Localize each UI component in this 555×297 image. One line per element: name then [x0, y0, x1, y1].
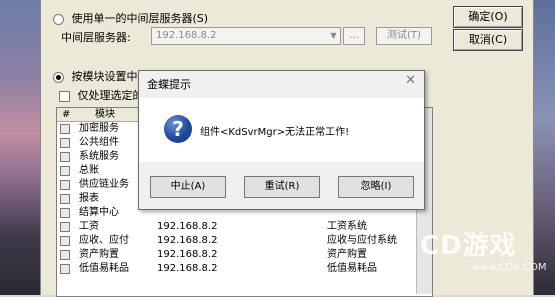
per-module-radio[interactable] — [53, 71, 64, 83]
row-checkbox[interactable] — [60, 138, 70, 148]
module-name: 系统服务 — [79, 151, 119, 162]
row-checkbox[interactable] — [60, 264, 70, 274]
module-ip: 192.168.8.2 — [157, 249, 218, 260]
row-checkbox[interactable] — [60, 222, 70, 232]
kingdee-alert-modal: 金蝶提示 ✕ ? 组件<KdSvrMgr>无法正常工作! 中止(A) 重试(R)… — [138, 70, 425, 210]
row-checkbox[interactable] — [60, 124, 70, 134]
module-system: 低值易耗品 — [327, 263, 377, 274]
question-icon: ? — [164, 115, 192, 143]
single-server-radio[interactable] — [53, 13, 64, 25]
module-name: 工资 — [79, 221, 99, 232]
module-name: 低值易耗品 — [79, 263, 129, 274]
module-name: 结算中心 — [79, 207, 119, 218]
module-name: 应收、应付 — [79, 235, 129, 246]
single-server-label: 使用单一的中间层服务器(S) — [71, 12, 209, 25]
module-name: 报表 — [79, 193, 99, 204]
table-row[interactable]: 工资 192.168.8.2 工资系统 — [57, 220, 432, 233]
ignore-button[interactable]: 忽略(I) — [338, 176, 414, 198]
row-checkbox[interactable] — [60, 250, 70, 260]
close-icon[interactable]: ✕ — [405, 73, 416, 88]
server-dropdown-arrow[interactable]: ▼ — [327, 28, 340, 44]
modal-title: 金蝶提示 — [147, 78, 191, 91]
watermark-brand: CD游戏 — [420, 231, 517, 261]
row-checkbox[interactable] — [60, 152, 70, 162]
row-checkbox[interactable] — [60, 194, 70, 204]
module-name: 供应链业务 — [79, 179, 129, 190]
module-name: 公共组件 — [79, 137, 119, 148]
header-index: # — [62, 109, 71, 120]
single-server-option[interactable]: 使用单一的中间层服务器(S) — [53, 10, 208, 26]
row-checkbox[interactable] — [60, 166, 70, 176]
table-row[interactable]: 资产购置 192.168.8.2 资产购置 — [57, 248, 432, 261]
modal-message: 组件<KdSvrMgr>无法正常工作! — [200, 127, 350, 138]
browse-button[interactable]: ... — [343, 27, 365, 45]
row-checkbox[interactable] — [60, 208, 70, 218]
abort-button[interactable]: 中止(A) — [150, 176, 226, 198]
table-row[interactable]: 应收、应付 192.168.8.2 应收与应付系统 — [57, 234, 432, 247]
server-input[interactable]: 192.168.8.2 — [151, 27, 341, 45]
module-name: 资产购置 — [79, 249, 119, 260]
module-name: 总账 — [79, 165, 99, 176]
background-right — [531, 0, 555, 295]
server-label: 中间层服务器: — [61, 31, 131, 44]
module-ip: 192.168.8.2 — [157, 263, 218, 274]
table-row[interactable]: 低值易耗品 192.168.8.2 低值易耗品 — [57, 262, 432, 275]
module-ip: 192.168.8.2 — [157, 221, 218, 232]
module-name: 加密服务 — [79, 123, 119, 134]
row-checkbox[interactable] — [60, 236, 70, 246]
only-selected-checkbox[interactable] — [59, 90, 70, 102]
watermark-url: www.CD6.COM — [472, 262, 547, 273]
test-button[interactable]: 测试(T) — [376, 27, 432, 45]
cancel-button[interactable]: 取消(C) — [453, 29, 523, 51]
header-module: 模块 — [95, 109, 115, 120]
module-ip: 192.168.8.2 — [157, 235, 218, 246]
row-checkbox[interactable] — [60, 180, 70, 190]
retry-button[interactable]: 重试(R) — [244, 176, 320, 198]
module-system: 工资系统 — [327, 221, 367, 232]
module-system: 应收与应付系统 — [327, 235, 397, 246]
modal-body: ? 组件<KdSvrMgr>无法正常工作! — [139, 98, 424, 162]
module-system: 资产购置 — [327, 249, 367, 260]
ok-button[interactable]: 确定(O) — [453, 6, 523, 28]
